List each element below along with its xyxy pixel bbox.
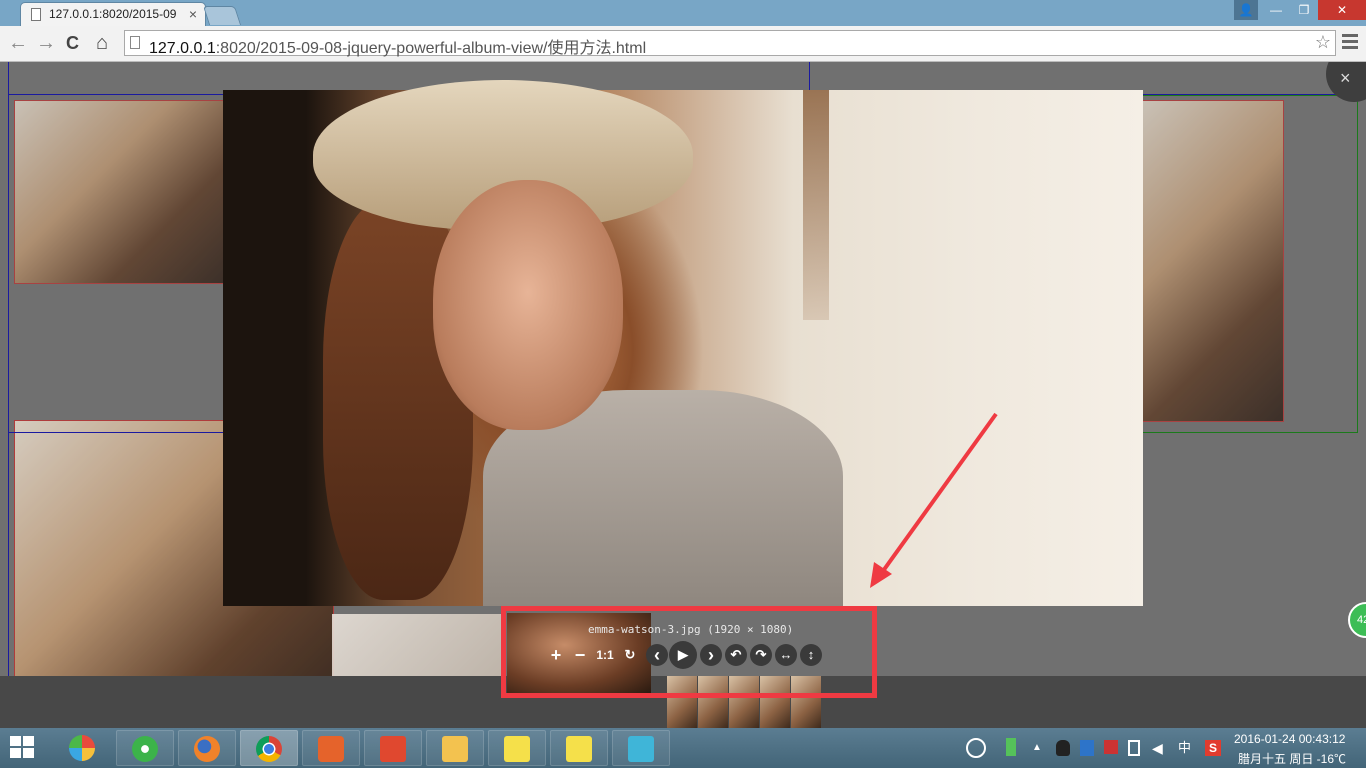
photo-face (433, 180, 623, 430)
browser-titlebar: 127.0.0.1:8020/2015-09 × 👤 — ❐ ✕ (0, 0, 1366, 26)
restore-button[interactable]: ❐ (1290, 0, 1318, 20)
qq-icon[interactable] (1056, 740, 1070, 756)
menu-icon[interactable] (1342, 34, 1358, 52)
tray-expand-icon[interactable]: ▲ (1032, 740, 1042, 756)
sogou-icon[interactable]: S (1205, 740, 1221, 756)
windows-taskbar: ▲ ◀ 中 S 2016-01-24 00:43:12 腊月十五 周日 -16℃ (0, 728, 1366, 768)
address-bar[interactable]: 127.0.0.1:8020/2015-09-08-jquery-powerfu… (124, 30, 1336, 58)
battery-icon[interactable] (1006, 738, 1016, 756)
grid-line (8, 432, 223, 433)
page-content: × emma-watson-3.jpg (1920 × 1080) + − 1:… (0, 62, 1366, 728)
taskbar-app-pdf[interactable] (302, 730, 360, 766)
url-host: 127.0.0.1 (149, 40, 216, 57)
grid-line (8, 62, 9, 728)
taskbar-app-hbuilder[interactable] (364, 730, 422, 766)
floating-badge[interactable]: 42 (1348, 602, 1366, 638)
url-text: 127.0.0.1:8020/2015-09-08-jquery-powerfu… (149, 34, 646, 58)
minimize-button[interactable]: — (1262, 0, 1290, 20)
tab-title: 127.0.0.1:8020/2015-09 (49, 7, 177, 21)
forward-icon[interactable]: → (36, 32, 56, 54)
url-path: :8020/2015-09-08-jquery-powerful-album-v… (215, 40, 647, 57)
folder-icon (442, 736, 468, 762)
annotation-arrow-icon (870, 412, 998, 588)
album-photo[interactable] (14, 100, 226, 284)
taskbar-app-ie[interactable] (116, 730, 174, 766)
viewer-main-image[interactable] (223, 80, 1143, 606)
new-tab-button[interactable] (202, 6, 242, 25)
start-button[interactable] (10, 736, 36, 760)
taskbar-app-explorer[interactable] (426, 730, 484, 766)
wall-stain (803, 90, 829, 320)
browser-toolbar: ← → C ⌂ 127.0.0.1:8020/2015-09-08-jquery… (0, 26, 1366, 62)
chrome-icon (256, 736, 282, 762)
grid-line (1142, 95, 1357, 96)
browser-tab[interactable]: 127.0.0.1:8020/2015-09 × (20, 2, 206, 26)
flag-icon[interactable] (1104, 740, 1118, 754)
page-icon (130, 36, 140, 49)
browser-e-icon (132, 736, 158, 762)
taskbar-app-pinwheel[interactable] (54, 730, 112, 766)
pdf-icon (318, 736, 344, 762)
viewer-close-button[interactable]: × (1326, 62, 1366, 102)
grid-line (809, 62, 810, 90)
graduation-cap-icon (628, 736, 654, 762)
shield-icon[interactable] (1080, 740, 1094, 756)
home-icon[interactable]: ⌂ (96, 32, 108, 54)
close-window-button[interactable]: ✕ (1318, 0, 1366, 20)
firefox-icon (194, 736, 220, 762)
ime-indicator[interactable]: 中 (1178, 740, 1191, 756)
taskbar-app-firefox[interactable] (178, 730, 236, 766)
back-icon[interactable]: ← (8, 32, 28, 54)
taskbar-app-help[interactable] (550, 730, 608, 766)
volume-icon[interactable]: ◀ (1152, 740, 1163, 756)
pinwheel-icon (69, 735, 95, 761)
reload-icon[interactable]: C (66, 32, 79, 54)
grid-line (1142, 432, 1358, 433)
clock-time[interactable]: 2016-01-24 00:43:12 (1234, 732, 1345, 746)
network-icon[interactable] (966, 738, 986, 758)
taskbar-app-education[interactable] (612, 730, 670, 766)
tab-close-icon[interactable]: × (189, 6, 197, 22)
taskbar-app-help[interactable] (488, 730, 546, 766)
device-icon[interactable] (1128, 740, 1140, 756)
page-icon (31, 8, 41, 21)
user-icon[interactable]: 👤 (1234, 0, 1258, 20)
taskbar-app-chrome[interactable] (240, 730, 298, 766)
grid-line (1357, 95, 1358, 433)
highlight-box (501, 606, 877, 698)
help-document-icon (566, 736, 592, 762)
help-document-icon (504, 736, 530, 762)
bookmark-star-icon[interactable]: ☆ (1315, 32, 1331, 53)
close-icon: × (1340, 68, 1351, 88)
clock-date[interactable]: 腊月十五 周日 -16℃ (1238, 750, 1346, 767)
album-photo[interactable] (1142, 100, 1284, 422)
hbuilder-icon (380, 736, 406, 762)
